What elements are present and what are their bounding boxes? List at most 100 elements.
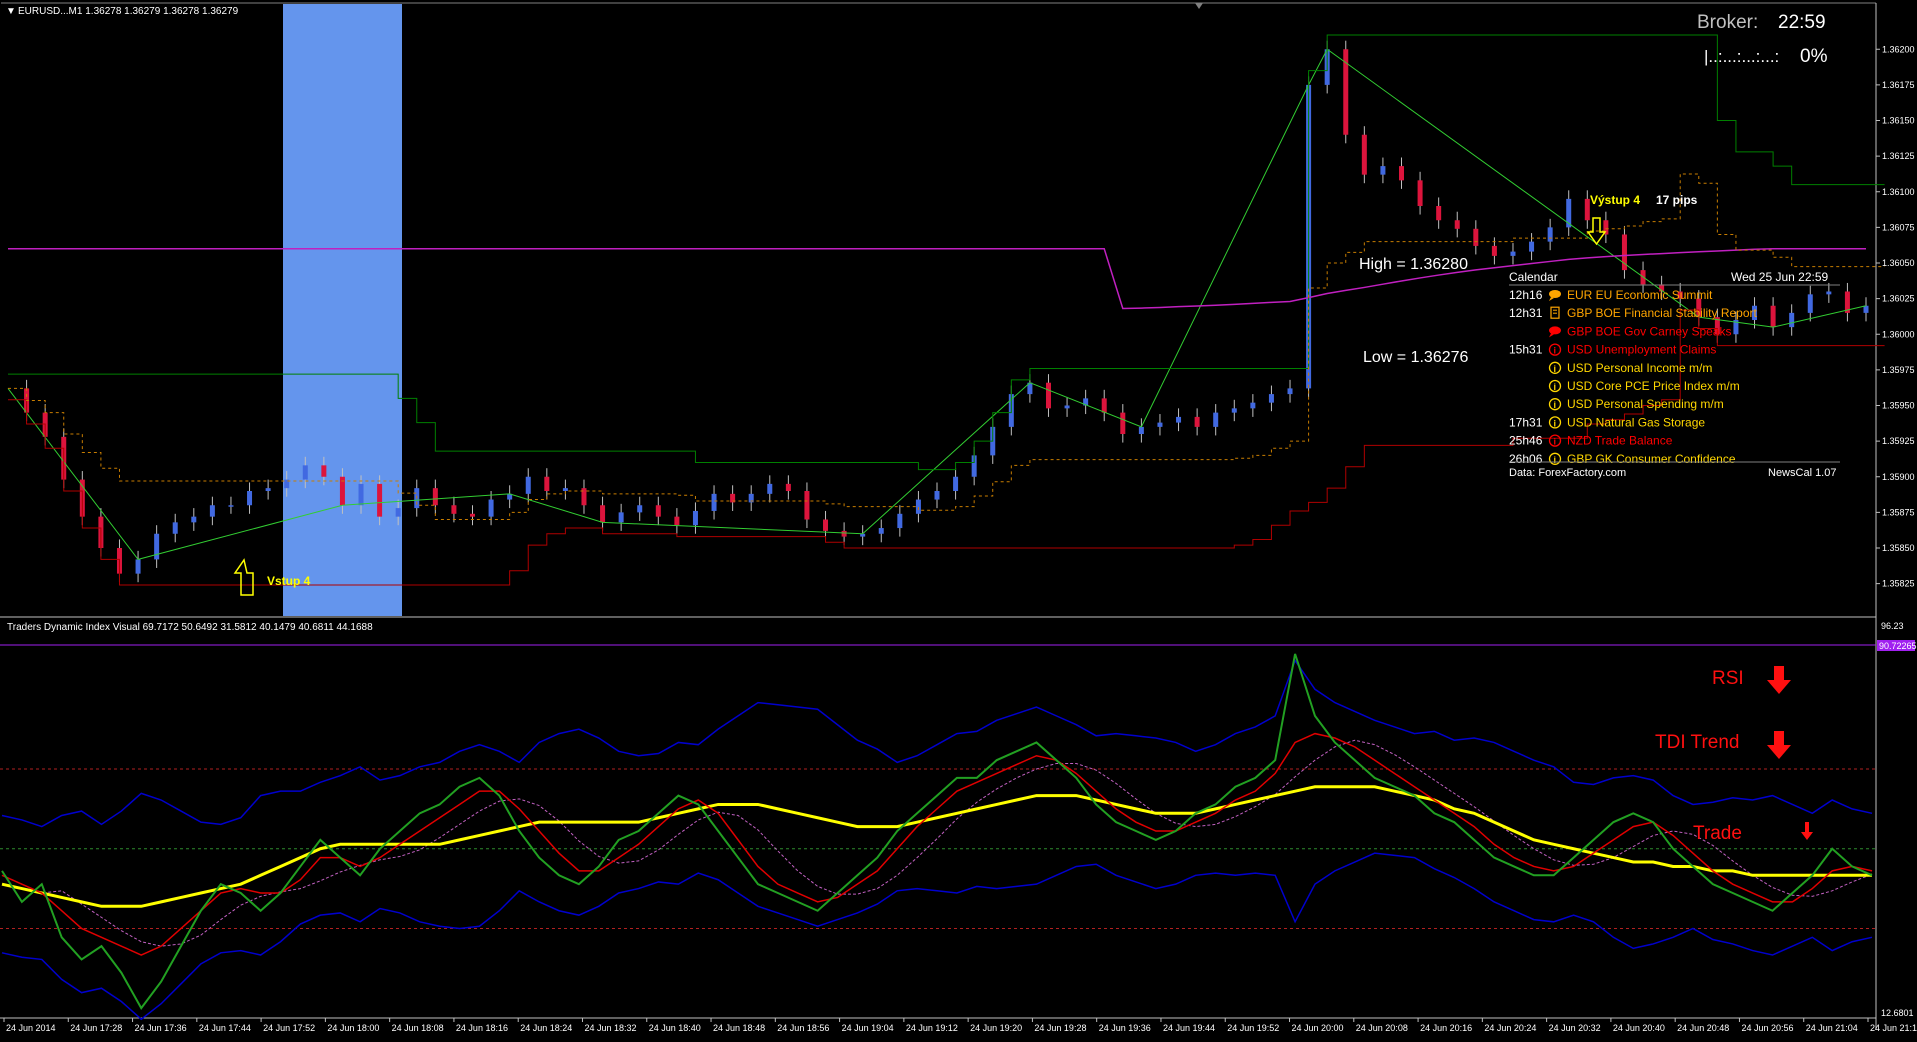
candle-body: [1547, 227, 1553, 242]
news-text: GBP BOE Gov Carney Speaks: [1567, 324, 1732, 338]
candle-body: [1399, 166, 1404, 181]
candle-body: [1101, 398, 1107, 413]
candle-body: [1157, 422, 1163, 427]
candle-body: [1473, 228, 1479, 246]
price-tick-label: 1.36150: [1882, 116, 1915, 126]
candle-body: [154, 533, 160, 560]
candle-body: [1213, 412, 1219, 427]
indicator-scale-top: 96.23: [1881, 621, 1904, 631]
time-tick-label: 24 Jun 20:56: [1741, 1023, 1793, 1033]
price-tick-label: 1.35925: [1882, 436, 1915, 446]
trade-label: Trade: [1693, 823, 1742, 844]
candle-body: [841, 530, 847, 537]
news-time: 12h16: [1509, 288, 1543, 302]
candle-body: [934, 491, 940, 500]
chart-area[interactable]: 1.36200 1.36175 1.36150 1.36125 1.36100 1.360…: [0, 0, 1917, 1042]
time-tick-label: 24 Jun 19:04: [842, 1023, 894, 1033]
time-tick-label: 24 Jun 18:40: [649, 1023, 701, 1033]
time-tick-label: 24 Jun 17:28: [70, 1023, 122, 1033]
chart-svg[interactable]: 1.36200 1.36175 1.36150 1.36125 1.36100 1.360…: [0, 0, 1917, 1037]
info-icon-glyph: i: [1554, 364, 1557, 374]
time-tick-label: 24 Jun 2014: [6, 1023, 56, 1033]
indicator-scale-bottom: 12.6801: [1881, 1008, 1914, 1018]
candle-body: [1789, 312, 1795, 328]
candle-body: [655, 505, 661, 517]
news-text: GBP BOE Financial Stability Report: [1567, 306, 1758, 320]
price-tick-label: 1.35825: [1882, 579, 1915, 589]
candle-body: [618, 512, 624, 523]
info-icon-glyph: i: [1554, 346, 1557, 356]
candle-body: [1491, 245, 1497, 256]
news-header-right: Wed 25 Jun 22:59: [1731, 270, 1829, 284]
news-time: 15h31: [1509, 343, 1543, 357]
candle-body: [191, 516, 197, 523]
news-row: i USD Core PCE Price Index m/m: [1548, 379, 1740, 393]
price-tick-label: 1.36050: [1882, 258, 1915, 268]
candle-body: [228, 505, 234, 507]
low-label: Low = 1.36276: [1363, 349, 1469, 366]
price-tick-label: 1.35950: [1882, 401, 1915, 411]
candle-body: [395, 508, 401, 517]
news-text: USD Personal Spending m/m: [1567, 397, 1724, 411]
candle-body: [897, 513, 903, 529]
exit-pips-label: 17 pips: [1656, 193, 1698, 207]
info-icon-glyph: i: [1554, 455, 1557, 465]
candle-body: [1863, 305, 1869, 313]
candle-body: [1807, 294, 1813, 313]
news-row: i USD Personal Income m/m: [1548, 361, 1712, 375]
candle-body: [1380, 166, 1386, 175]
candle-body: [302, 465, 308, 480]
time-tick-label: 24 Jun 21:12: [1870, 1023, 1917, 1033]
candle-body: [1436, 206, 1442, 221]
time-tick-label: 24 Jun 18:32: [584, 1023, 636, 1033]
time-tick-label: 24 Jun 17:44: [199, 1023, 251, 1033]
time-tick-label: 24 Jun 19:36: [1099, 1023, 1151, 1033]
news-text: EUR EU Economic Summit: [1567, 288, 1713, 302]
broker-percent: 0%: [1800, 46, 1828, 67]
candle-body: [470, 513, 475, 517]
time-tick-label: 24 Jun 18:16: [456, 1023, 508, 1033]
candle-body: [377, 483, 383, 517]
time-tick-label: 24 Jun 18:48: [713, 1023, 765, 1033]
news-row: 15h31 i USD Unemployment Claims: [1509, 343, 1716, 357]
time-tick-label: 24 Jun 20:16: [1420, 1023, 1472, 1033]
time-tick-label: 24 Jun 20:08: [1356, 1023, 1408, 1033]
indicator-title: Traders Dynamic Index Visual 69.7172 50.…: [7, 622, 373, 633]
news-row: i USD Personal Spending m/m: [1548, 397, 1724, 411]
candle-body: [692, 510, 698, 526]
news-time: 17h31: [1509, 415, 1543, 429]
info-icon-glyph: i: [1554, 382, 1557, 392]
news-row: GBP BOE Gov Carney Speaks: [1549, 324, 1732, 338]
time-tick-label: 24 Jun 20:40: [1613, 1023, 1665, 1033]
time-tick-label: 24 Jun 18:08: [392, 1023, 444, 1033]
news-text: USD Natural Gas Storage: [1567, 415, 1705, 429]
candle-body: [767, 483, 773, 494]
candle-body: [172, 522, 178, 534]
candle-body: [1454, 220, 1460, 229]
news-text: NZD Trade Balance: [1567, 434, 1673, 448]
candle-body: [1770, 305, 1776, 328]
news-row: 17h31 i USD Natural Gas Storage: [1509, 415, 1705, 429]
price-tick-label: 1.36125: [1882, 151, 1915, 161]
speech-icon-bubble: [1549, 290, 1561, 298]
time-tick-label: 24 Jun 17:36: [135, 1023, 187, 1033]
window-menu-glyph[interactable]: ▼: [6, 6, 16, 17]
time-tick-label: 24 Jun 17:52: [263, 1023, 315, 1033]
candle-body: [247, 491, 253, 506]
news-time: 25h46: [1509, 434, 1543, 448]
time-tick-label: 24 Jun 20:24: [1484, 1023, 1536, 1033]
time-tick-label: 24 Jun 19:44: [1163, 1023, 1215, 1033]
price-tick-label: 1.36200: [1882, 44, 1915, 54]
time-tick-label: 24 Jun 21:04: [1806, 1023, 1858, 1033]
candle-body: [209, 505, 215, 517]
price-tick-label: 1.36000: [1882, 329, 1915, 339]
news-text: USD Unemployment Claims: [1567, 343, 1716, 357]
candle-body: [265, 488, 271, 491]
price-tick-label: 1.35900: [1882, 472, 1915, 482]
candle-body: [711, 493, 717, 511]
broker-label: Broker:: [1697, 12, 1758, 33]
candle-body: [1138, 426, 1144, 434]
candle-body: [1250, 402, 1256, 409]
time-tick-label: 24 Jun 20:00: [1292, 1023, 1344, 1033]
candle-body: [823, 519, 829, 531]
